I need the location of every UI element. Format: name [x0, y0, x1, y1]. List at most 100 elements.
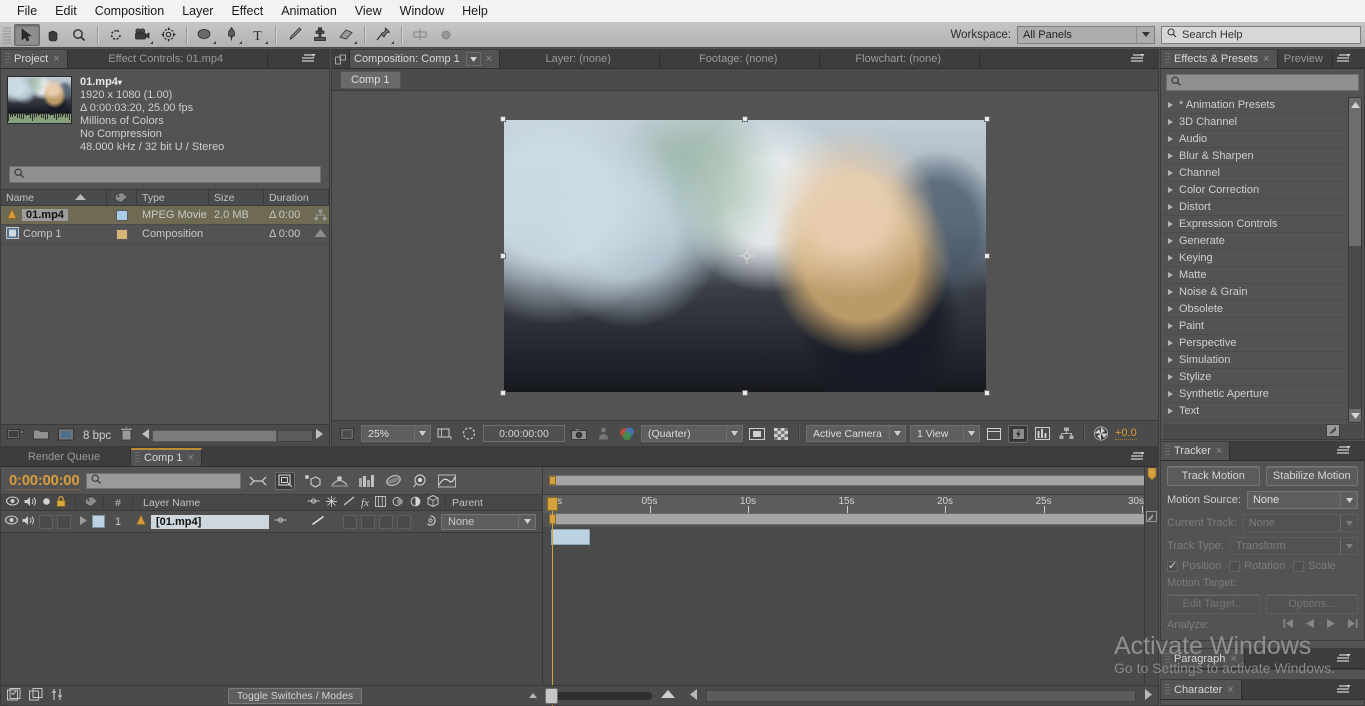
layer-expand-triangle[interactable]: [75, 516, 92, 528]
region-of-interest-icon[interactable]: [747, 425, 767, 443]
triangle-right-icon[interactable]: [1168, 340, 1173, 346]
current-time-indicator[interactable]: [547, 497, 558, 511]
panel-menu-icon[interactable]: [1127, 448, 1149, 466]
panel-menu-icon[interactable]: [1333, 50, 1355, 68]
zoom-slider-thumb[interactable]: [545, 688, 558, 704]
comp-canvas[interactable]: [504, 120, 986, 392]
close-icon[interactable]: ×: [1263, 53, 1269, 65]
selection-handle[interactable]: [742, 116, 748, 122]
layer-fx-switch[interactable]: [343, 515, 357, 529]
hscroll-thumb[interactable]: [152, 430, 277, 442]
selection-handle[interactable]: [500, 390, 506, 396]
triangle-right-icon[interactable]: [1168, 323, 1173, 329]
close-icon[interactable]: ×: [1230, 653, 1236, 665]
timeline-hscroll-left[interactable]: [690, 689, 698, 703]
delete-icon[interactable]: [120, 427, 133, 444]
analyze-1-back-icon[interactable]: [1283, 619, 1294, 631]
selection-handle[interactable]: [742, 390, 748, 396]
effects-category-item[interactable]: * Animation Presets: [1163, 97, 1362, 114]
scroll-down-arrow[interactable]: [1349, 409, 1361, 422]
brainstorm-icon[interactable]: [383, 472, 403, 490]
panel-menu-icon[interactable]: [298, 50, 320, 68]
mask-region-icon[interactable]: [459, 425, 479, 443]
scroll-left-arrow[interactable]: [142, 429, 150, 442]
transparency-grid-icon[interactable]: [771, 425, 791, 443]
auto-keyframe-icon[interactable]: [410, 472, 430, 490]
triangle-right-icon[interactable]: [1168, 119, 1173, 125]
rotation-checkbox[interactable]: [1229, 561, 1240, 572]
layer-adjustment-switch[interactable]: [397, 515, 411, 529]
composition-mini-flowchart-icon[interactable]: [248, 472, 268, 490]
scroll-up-arrow[interactable]: [1349, 98, 1361, 111]
layer-solo-toggle[interactable]: [39, 515, 53, 529]
menu-item-edit[interactable]: Edit: [46, 2, 86, 20]
tab-layer[interactable]: Layer: (none): [500, 50, 660, 68]
close-icon[interactable]: ×: [1216, 445, 1222, 457]
effects-vscrollbar[interactable]: [1348, 97, 1362, 423]
layer-video-toggle[interactable]: [5, 515, 18, 528]
close-icon[interactable]: ×: [188, 452, 194, 464]
new-folder-icon[interactable]: [33, 428, 49, 443]
triangle-right-icon[interactable]: [1168, 357, 1173, 363]
layer-frameblend-switch[interactable]: [361, 515, 375, 529]
snapshot-icon[interactable]: [569, 425, 589, 443]
tab-tracker[interactable]: Tracker ×: [1161, 442, 1230, 460]
scale-checkbox[interactable]: [1293, 561, 1304, 572]
layer-parent-select[interactable]: None: [441, 514, 536, 530]
row-label-swatch[interactable]: [107, 225, 137, 243]
stabilize-motion-button[interactable]: Stabilize Motion: [1266, 466, 1359, 486]
motion-source-select[interactable]: None: [1247, 491, 1358, 509]
shape-ellipse-tool[interactable]: [192, 24, 218, 46]
show-snapshot-icon[interactable]: [593, 425, 613, 443]
menu-item-layer[interactable]: Layer: [173, 2, 222, 20]
column-type[interactable]: Type: [137, 190, 209, 205]
tab-comp1-timeline[interactable]: Comp 1 ×: [131, 448, 202, 466]
menu-item-effect[interactable]: Effect: [222, 2, 272, 20]
triangle-right-icon[interactable]: [1168, 187, 1173, 193]
effects-search-input[interactable]: [1166, 74, 1359, 91]
layer-duration-bar[interactable]: [551, 529, 590, 545]
menu-item-help[interactable]: Help: [453, 2, 497, 20]
analyze-1-forward-icon[interactable]: [1347, 619, 1358, 631]
effects-category-item[interactable]: Perspective: [1163, 335, 1362, 352]
triangle-right-icon[interactable]: [1168, 170, 1173, 176]
scroll-right-arrow[interactable]: [315, 429, 323, 442]
type-tool[interactable]: T: [244, 24, 270, 46]
hscroll-track[interactable]: [277, 430, 313, 442]
menu-item-file[interactable]: File: [8, 2, 46, 20]
workspace-select[interactable]: All Panels: [1017, 26, 1155, 44]
effects-category-item[interactable]: Audio: [1163, 131, 1362, 148]
timeline-view-icon[interactable]: [1032, 425, 1052, 443]
menu-item-animation[interactable]: Animation: [272, 2, 346, 20]
exposure-value[interactable]: +0.0: [1115, 427, 1137, 440]
edit-target-button[interactable]: Edit Target...: [1167, 594, 1260, 614]
selection-handle[interactable]: [984, 116, 990, 122]
zoom-in-icon[interactable]: [660, 689, 676, 702]
camera-tool[interactable]: [129, 24, 155, 46]
triangle-right-icon[interactable]: [1168, 204, 1173, 210]
tab-project[interactable]: Project ×: [1, 50, 68, 68]
tab-effects-presets[interactable]: Effects & Presets ×: [1161, 50, 1278, 68]
toggle-switch-icon[interactable]: [29, 688, 43, 704]
work-area-start-handle[interactable]: [549, 476, 556, 485]
tab-grip-comp[interactable]: [332, 50, 350, 68]
layer-shy-switch[interactable]: [274, 515, 287, 528]
motion-blur-icon[interactable]: [329, 472, 349, 490]
column-parent-label[interactable]: Parent: [452, 497, 536, 509]
timeline-layer-row[interactable]: 1 [01.mp4]: [1, 511, 542, 533]
column-name[interactable]: Name: [1, 190, 107, 205]
project-tree-icon[interactable]: [314, 209, 327, 224]
triangle-right-icon[interactable]: [1168, 221, 1173, 227]
effects-category-item[interactable]: Distort: [1163, 199, 1362, 216]
panel-grip[interactable]: [1149, 448, 1158, 466]
layer-color-swatch[interactable]: [92, 515, 105, 528]
effects-category-item[interactable]: Text: [1163, 403, 1362, 420]
label-color-icon[interactable]: [80, 496, 103, 510]
comp-settings-icon[interactable]: [7, 688, 21, 704]
toolbar-grip[interactable]: [3, 26, 11, 44]
always-preview-icon[interactable]: [337, 425, 357, 443]
timeline-hscroll-track[interactable]: [706, 690, 1136, 702]
effects-category-item[interactable]: Matte: [1163, 267, 1362, 284]
effects-category-item[interactable]: Channel: [1163, 165, 1362, 182]
timeline-track-area[interactable]: [543, 527, 1158, 685]
